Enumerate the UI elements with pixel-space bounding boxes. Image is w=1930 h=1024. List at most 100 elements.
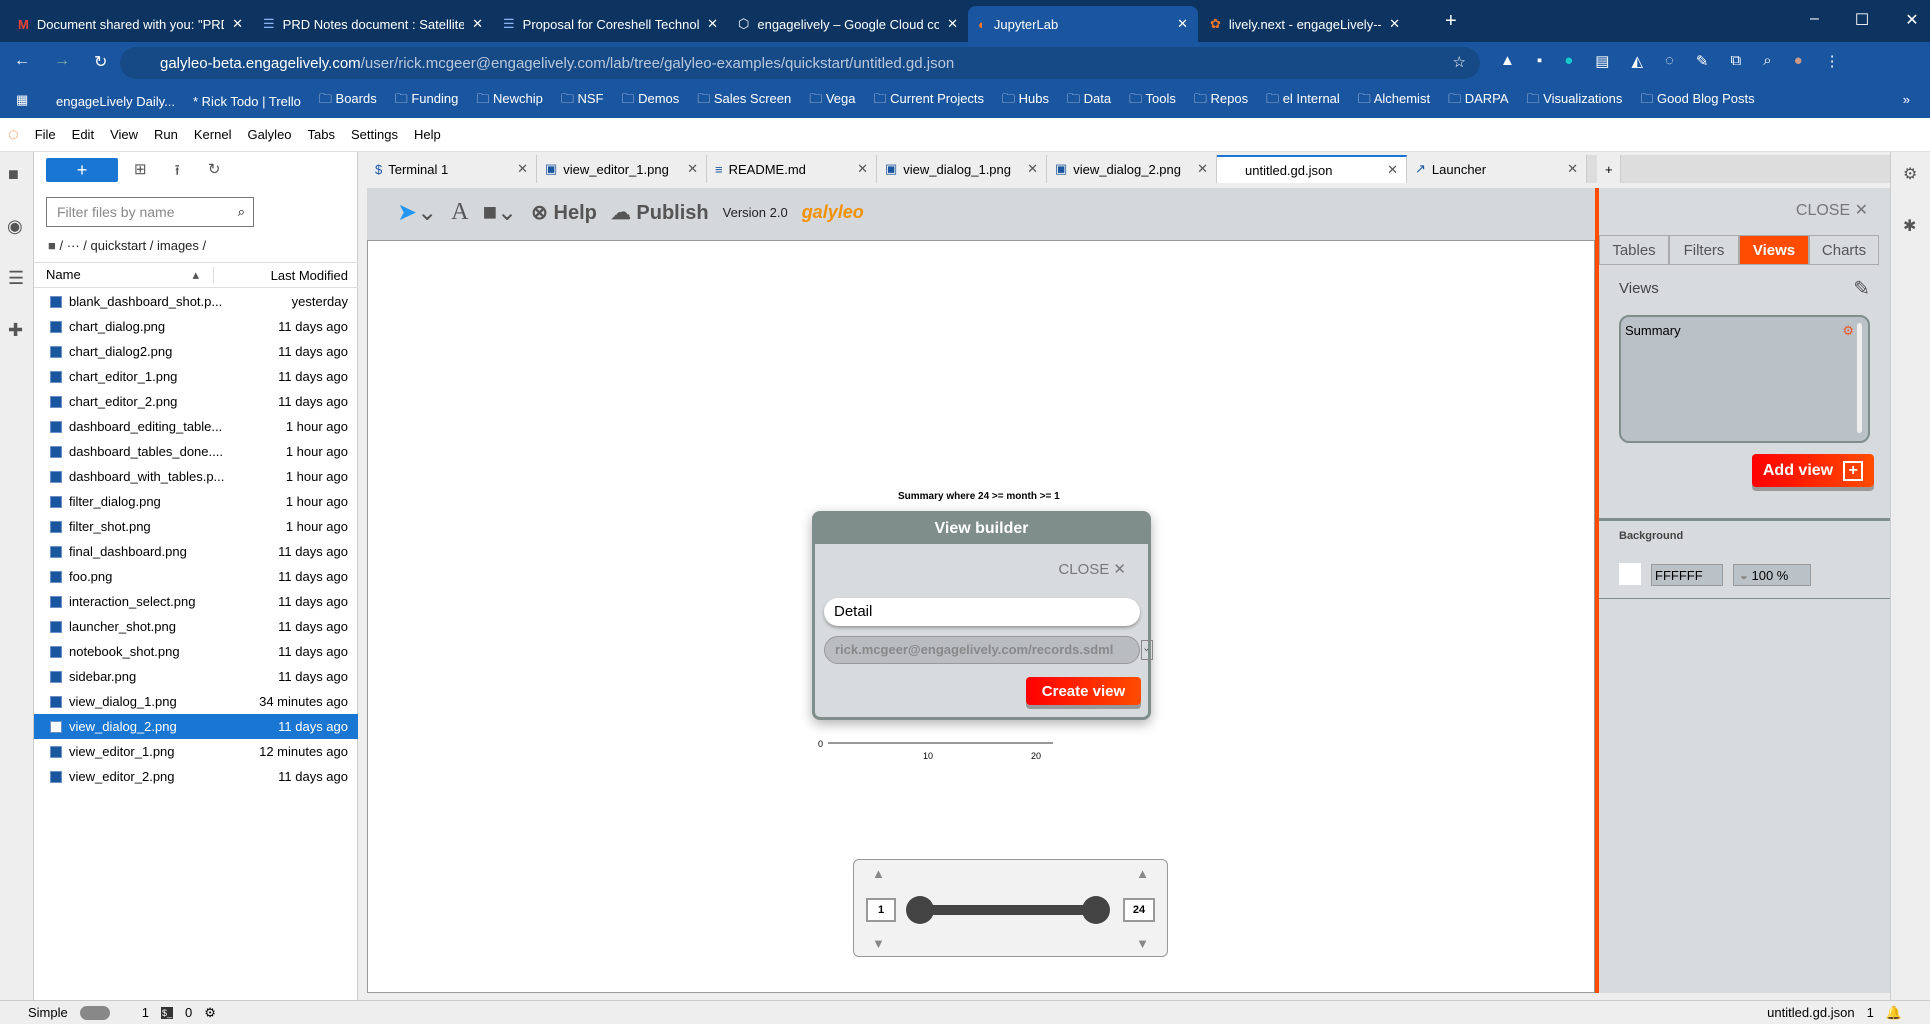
browser-tab[interactable]: ☰ Proposal for Coreshell Technolo ✕ (493, 6, 728, 42)
table-select[interactable]: rick.mcgeer@engagelively.com/records.sdm… (824, 636, 1140, 664)
bookmark-folder[interactable]: Visualizations (1527, 90, 1622, 112)
file-row[interactable]: dashboard_tables_done.... 1 hour ago (34, 439, 358, 464)
refresh-icon[interactable]: ↻ (208, 160, 221, 185)
new-folder-icon[interactable]: ⊞ (134, 160, 147, 185)
extension-icon[interactable]: ◌ (1665, 52, 1674, 70)
url-bar[interactable]: galyleo-beta.engagelively.com/user/rick.… (120, 47, 1480, 79)
dock-tab[interactable]: ▣ view_editor_1.png ✕ (537, 155, 707, 183)
search-tab-icon[interactable]: ⌕ (1763, 52, 1771, 70)
bookmark-folder[interactable]: Newchip (476, 90, 543, 112)
maximize-button[interactable]: ☐ (1855, 10, 1869, 30)
back-icon[interactable]: ← (14, 52, 30, 72)
eyedropper-icon[interactable]: ✎ (1696, 52, 1709, 70)
dock-tab[interactable]: $ Terminal 1 ✕ (367, 155, 537, 183)
bookmark-folder[interactable]: Repos (1194, 90, 1249, 112)
drive-icon[interactable]: ▲ (1500, 52, 1515, 70)
file-row[interactable]: filter_dialog.png 1 hour ago (34, 489, 358, 514)
file-row[interactable]: blank_dashboard_shot.p... yesterday (34, 289, 358, 314)
shape-tool-icon[interactable]: ■⌄ (483, 198, 518, 227)
browser-tab[interactable]: ☰ PRD Notes document : Satellite ✕ (253, 6, 493, 42)
debugger-icon[interactable]: ✱ (1903, 216, 1916, 236)
file-row[interactable]: dashboard_editing_table... 1 hour ago (34, 414, 358, 439)
close-icon[interactable]: ✕ (472, 16, 483, 32)
toc-icon[interactable]: ☰ (8, 268, 24, 289)
file-row[interactable]: view_editor_1.png 12 minutes ago (34, 739, 358, 764)
close-icon[interactable]: ✕ (857, 161, 868, 177)
file-row[interactable]: view_dialog_2.png 11 days ago (34, 714, 358, 739)
min-down-arrow-icon[interactable]: ▼ (872, 936, 885, 951)
bookmark-folder[interactable]: Funding (395, 90, 458, 112)
bookmark[interactable]: * Rick Todo | Trello (193, 94, 301, 109)
puzzle-icon[interactable]: ⧉ (1730, 52, 1741, 70)
close-window-button[interactable]: ✕ (1905, 10, 1918, 30)
dropdown-arrow-icon[interactable]: ⌄ (1141, 640, 1153, 660)
simple-mode-toggle[interactable] (79, 1005, 110, 1020)
panel-tab-views[interactable]: Views (1739, 235, 1809, 265)
property-inspector-icon[interactable]: ⚙ (1903, 164, 1917, 184)
max-value[interactable]: 24 (1123, 898, 1155, 922)
menu-help[interactable]: Help (406, 127, 449, 142)
apps-icon[interactable]: ▦ (16, 92, 28, 108)
file-row[interactable]: chart_editor_1.png 11 days ago (34, 364, 358, 389)
view-name-input[interactable]: Detail (824, 598, 1140, 626)
menu-tabs[interactable]: Tabs (300, 127, 343, 142)
close-icon[interactable]: ✕ (1389, 16, 1400, 32)
reload-icon[interactable]: ↻ (94, 52, 107, 72)
bell-icon[interactable]: 🔔 (1886, 1005, 1902, 1021)
minimize-button[interactable]: – (1810, 10, 1819, 30)
close-icon[interactable]: ✕ (1567, 161, 1578, 177)
terminal-count[interactable]: 1 (142, 1005, 149, 1020)
max-up-arrow-icon[interactable]: ▲ (1136, 866, 1149, 881)
panel-tab-filters[interactable]: Filters (1669, 235, 1739, 265)
panel-tab-charts[interactable]: Charts (1809, 235, 1879, 265)
edit-icon[interactable]: ✎ (1853, 276, 1870, 301)
min-up-arrow-icon[interactable]: ▲ (872, 866, 885, 881)
bookmark-folder[interactable]: Good Blog Posts (1640, 90, 1755, 112)
close-icon[interactable]: ✕ (1027, 161, 1038, 177)
close-icon[interactable]: ✕ (1387, 162, 1398, 178)
publish-button[interactable]: ☁ Publish (611, 200, 709, 225)
close-icon[interactable]: ✕ (947, 16, 958, 32)
bg-color-input[interactable]: FFFFFF (1651, 564, 1723, 586)
new-launcher-button[interactable]: + (46, 158, 118, 182)
bookmark-folder[interactable]: Boards (319, 90, 377, 112)
folder-icon[interactable]: ■ (8, 164, 19, 185)
bookmark-folder[interactable]: Sales Screen (697, 90, 791, 112)
add-view-button[interactable]: Add view + (1752, 454, 1874, 487)
file-row[interactable]: view_editor_2.png 11 days ago (34, 764, 358, 789)
menu-file[interactable]: File (27, 127, 64, 142)
bookmark-folder[interactable]: Tools (1129, 90, 1176, 112)
extensions-icon[interactable]: ✚ (8, 320, 23, 341)
max-handle[interactable] (1082, 896, 1110, 924)
close-icon[interactable]: ✕ (1177, 16, 1188, 32)
max-down-arrow-icon[interactable]: ▼ (1136, 936, 1149, 951)
panel-tab-tables[interactable]: Tables (1599, 235, 1669, 265)
close-icon[interactable]: ✕ (707, 16, 718, 32)
running-icon[interactable]: ◉ (7, 216, 23, 237)
extension-icon[interactable]: ◭ (1631, 52, 1643, 70)
browser-tab[interactable]: ✿lively.next - engageLively--galyl✕ (1200, 6, 1410, 42)
file-row[interactable]: dashboard_with_tables.p... 1 hour ago (34, 464, 358, 489)
extension-icon[interactable]: ● (1564, 52, 1573, 70)
file-row[interactable]: chart_dialog.png 11 days ago (34, 314, 358, 339)
bg-color-swatch[interactable] (1619, 563, 1641, 585)
more-bookmarks-icon[interactable]: » (1903, 92, 1910, 107)
new-tab-button[interactable]: + (1445, 10, 1457, 33)
notification-count[interactable]: 1 (1867, 1005, 1874, 1020)
column-last-modified[interactable]: Last Modified (214, 268, 358, 283)
panel-close-button[interactable]: CLOSE ✕ (1796, 200, 1868, 220)
extension-icon[interactable]: ▤ (1595, 52, 1609, 70)
close-icon[interactable]: ✕ (517, 161, 528, 177)
dock-tab[interactable]: untitled.gd.json ✕ (1217, 155, 1407, 183)
dialog-close-button[interactable]: CLOSE ✕ (1058, 560, 1126, 578)
bookmark-folder[interactable]: Hubs (1002, 90, 1049, 112)
text-tool-icon[interactable]: A (451, 199, 468, 226)
menu-settings[interactable]: Settings (343, 127, 406, 142)
forward-icon[interactable]: → (54, 52, 70, 72)
file-row[interactable]: final_dashboard.png 11 days ago (34, 539, 358, 564)
file-row[interactable]: filter_shot.png 1 hour ago (34, 514, 358, 539)
bookmark-folder[interactable]: Data (1067, 90, 1111, 112)
close-icon[interactable]: ✕ (687, 161, 698, 177)
menu-run[interactable]: Run (146, 127, 186, 142)
create-view-button[interactable]: Create view (1026, 677, 1141, 705)
